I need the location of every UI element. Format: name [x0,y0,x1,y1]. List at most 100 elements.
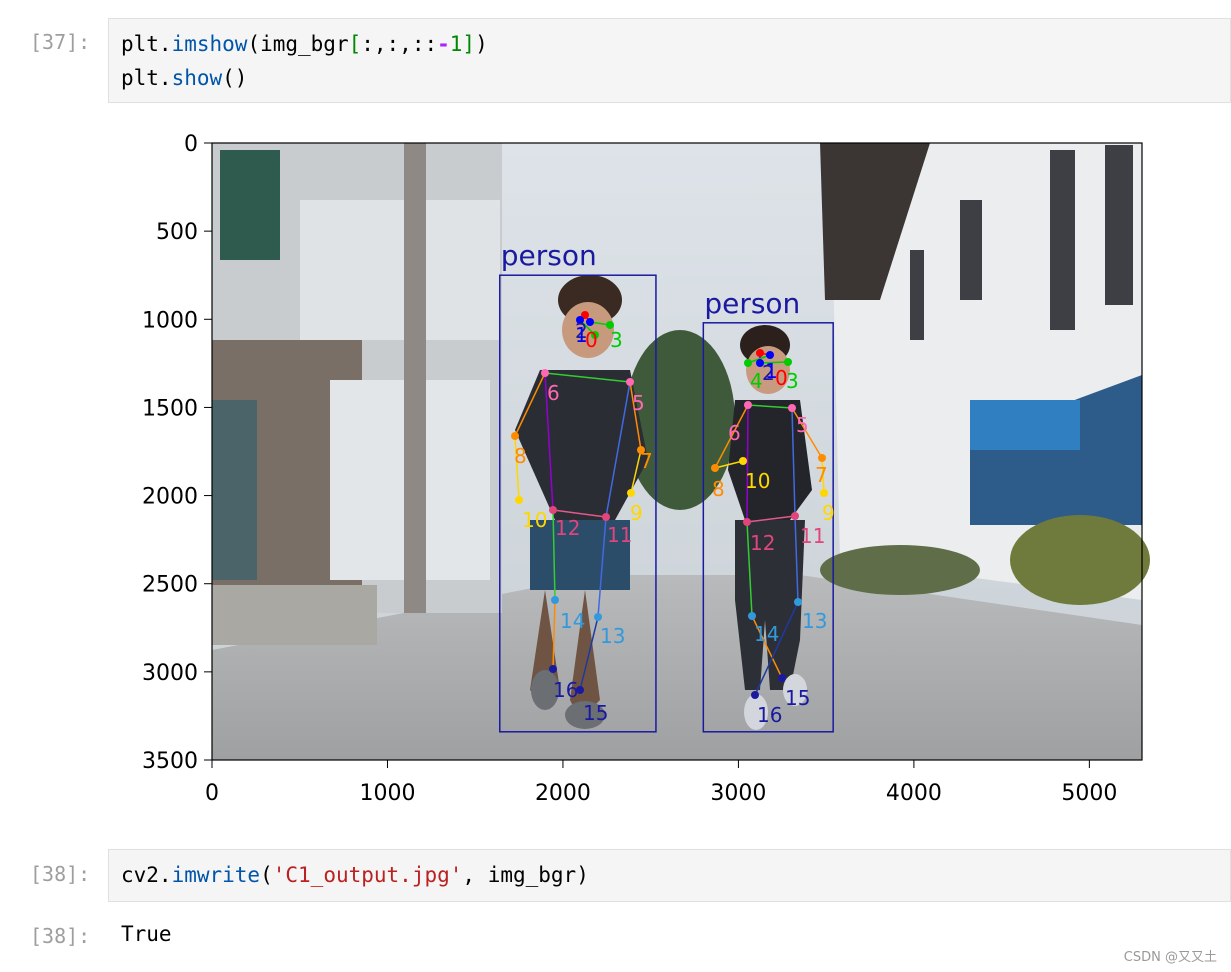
keypoint-label: 8 [712,477,725,501]
keypoint [820,489,828,497]
x-tick-label: 3000 [710,781,766,806]
keypoint-label: 7 [815,463,828,487]
keypoint-label: 15 [583,701,608,725]
code-function: imshow [171,32,248,56]
keypoint [751,691,759,699]
keypoint [549,665,557,673]
photo-image [212,143,1150,760]
matplotlib-figure: personperson201 36 58 710 912 11141316152 014 3… [142,132,1150,806]
keypoint-label: 15 [785,686,810,710]
x-tick-label: 0 [205,781,219,806]
keypoint [627,489,635,497]
keypoint-label: 12 [750,531,775,555]
x-axis: 0 1000 2000 3000 4000 5000 [205,760,1117,806]
y-tick-label: 1500 [142,396,198,421]
keypoint-label: 9 [822,501,835,525]
keypoint [594,613,602,621]
cell-prompt-38-in: [38]: [30,862,91,886]
y-tick-label: 1000 [142,308,198,333]
code-line-1: plt.imshow(img_bgr[:,:,::-1]) [109,27,1230,61]
keypoint-label: 11 [800,524,825,548]
detection-label: person [501,239,597,272]
keypoint-label: 12 [555,516,580,540]
keypoint [551,596,559,604]
keypoint-label: 1 [575,323,588,347]
code-token: () [222,66,248,90]
cell-prompt-37: [37]: [30,30,91,54]
keypoint-label: 11 [607,523,632,547]
code-bracket: [ [348,32,362,56]
keypoint-label: 3 [786,369,799,393]
keypoint-label: 16 [553,678,578,702]
y-tick-label: 3500 [142,749,198,774]
keypoint [818,454,826,462]
code-cell-38[interactable]: cv2.imwrite('C1_output.jpg', img_bgr) [108,849,1231,902]
detection-label: person [704,287,800,320]
keypoint-label: 5 [796,413,809,437]
code-token: , img_bgr) [462,863,589,887]
keypoint [778,674,786,682]
keypoint [784,358,792,366]
keypoint-label: 9 [630,501,643,525]
cell-prompt-38-out: [38]: [30,924,91,948]
code-cell-37[interactable]: plt.imshow(img_bgr[:,:,::-1]) plt.show() [108,18,1231,103]
keypoint-label: 6 [547,381,560,405]
x-tick-label: 5000 [1061,781,1117,806]
keypoint [602,513,610,521]
keypoint [511,432,519,440]
keypoint [744,359,752,367]
keypoint-label: 10 [522,508,547,532]
keypoint [711,464,719,472]
keypoint-label: 1 [765,359,778,383]
keypoint [743,518,751,526]
keypoint [756,349,764,357]
x-tick-label: 1000 [359,781,415,806]
keypoint [541,369,549,377]
keypoint-label: 6 [728,421,741,445]
keypoint [549,506,557,514]
y-tick-label: 3000 [142,661,198,686]
code-token: :,:,:: [361,32,438,56]
code-function: imwrite [171,863,261,887]
keypoint-label: 4 [750,369,763,393]
code-token: plt. [121,66,172,90]
code-token: cv2. [121,863,172,887]
keypoint [788,404,796,412]
code-token: ( [260,863,273,887]
code-operator: - [437,32,450,56]
y-tick-label: 2000 [142,485,198,510]
code-token: ) [475,32,488,56]
keypoint [739,457,747,465]
code-token: (img_bgr [247,32,349,56]
code-function: show [171,66,223,90]
keypoint [515,496,523,504]
keypoint [748,612,756,620]
skeleton-edge [746,404,749,523]
keypoint-label: 7 [640,449,653,473]
cell-output-text: True [121,922,172,946]
watermark: CSDN @又又土 [1123,950,1217,965]
keypoint [744,401,752,409]
keypoint-label: 8 [514,444,527,468]
code-string: 'C1_output.jpg' [272,863,463,887]
keypoint-label: 16 [757,703,782,727]
y-tick-label: 0 [184,132,198,157]
keypoint [766,351,774,359]
y-tick-label: 500 [156,220,198,245]
x-tick-label: 4000 [886,781,942,806]
y-tick-label: 2500 [142,573,198,598]
keypoint-label: 13 [802,609,827,633]
keypoint-label: 3 [610,328,623,352]
code-line-imwrite: cv2.imwrite('C1_output.jpg', img_bgr) [109,858,1230,892]
keypoint [626,378,634,386]
keypoint-label: 10 [745,469,770,493]
code-line-2: plt.show() [109,61,1230,95]
keypoint-label: 14 [754,622,779,646]
keypoint [791,512,799,520]
y-axis: 0 500 1000 1500 2000 2500 3000 3500 [142,132,212,774]
keypoint-label: 14 [560,609,585,633]
x-tick-label: 2000 [535,781,591,806]
keypoint-label: 5 [632,391,645,415]
code-number: 1 [449,32,463,56]
keypoint [794,598,802,606]
